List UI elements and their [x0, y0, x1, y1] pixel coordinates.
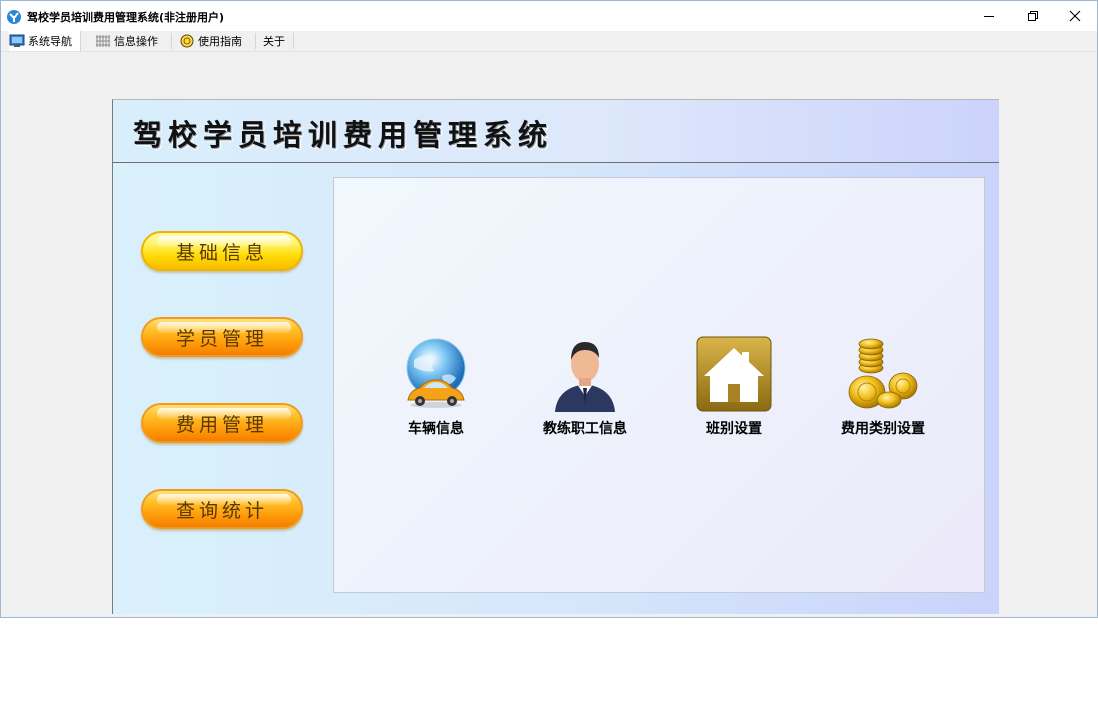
menu-item-about[interactable]: 关于: [263, 31, 285, 51]
tile-class-settings[interactable]: 班别设置: [669, 336, 799, 437]
house-icon: [696, 336, 772, 412]
nav-button-label: 费用管理: [175, 413, 268, 436]
help-icon: [179, 34, 195, 48]
menu-item-info-ops[interactable]: 信息操作: [95, 31, 158, 51]
menu-bar: 系统导航 信息操作 使用指南 关于: [1, 31, 1097, 52]
menu-item-label: 使用指南: [198, 35, 242, 48]
monitor-icon: [9, 34, 25, 48]
menu-item-user-guide[interactable]: 使用指南: [179, 31, 242, 51]
menu-divider: [293, 33, 294, 49]
tile-label: 费用类别设置: [841, 421, 925, 437]
coins-icon: [848, 338, 918, 409]
grid-icon: [95, 34, 111, 48]
tile-staff-info[interactable]: 教练职工信息: [520, 336, 650, 437]
restore-button[interactable]: [1011, 1, 1055, 31]
tile-fee-categories[interactable]: 费用类别设置: [818, 336, 948, 437]
main-panel: 驾校学员培训费用管理系统 基础信息 学员管理 费用管理 查询统计 车辆信息 教练…: [112, 99, 999, 614]
window-title: 驾校学员培训费用管理系统(非注册用户): [27, 11, 225, 24]
staff-person-icon: [555, 342, 615, 412]
close-icon: [1069, 10, 1081, 22]
app-window: 驾校学员培训费用管理系统(非注册用户) 系统导航 信息操作 使用指南 关于 驾校…: [0, 0, 1098, 618]
title-bar: 驾校学员培训费用管理系统(非注册用户): [1, 1, 1097, 31]
tile-label: 车辆信息: [408, 421, 464, 437]
menu-item-label: 信息操作: [114, 35, 158, 48]
menu-item-label: 关于: [263, 35, 285, 48]
menu-item-system-nav[interactable]: 系统导航: [9, 31, 81, 51]
nav-student-mgmt-button[interactable]: 学员管理: [141, 317, 303, 357]
nav-button-label: 学员管理: [175, 327, 268, 350]
nav-query-stats-button[interactable]: 查询统计: [141, 489, 303, 529]
nav-button-label: 基础信息: [175, 241, 268, 264]
tile-vehicle-info[interactable]: 车辆信息: [371, 336, 501, 437]
nav-basic-info-button[interactable]: 基础信息: [141, 231, 303, 271]
system-title: 驾校学员培训费用管理系统: [133, 118, 554, 152]
app-logo-icon: [7, 10, 21, 24]
content-area: 车辆信息 教练职工信息 班别设置 费用类别设置: [333, 177, 985, 593]
tile-label: 教练职工信息: [543, 421, 627, 437]
minimize-icon: [984, 16, 994, 17]
nav-button-label: 查询统计: [175, 499, 268, 522]
menu-divider: [255, 33, 256, 49]
menu-item-label: 系统导航: [28, 35, 72, 48]
car-globe-icon: [406, 338, 466, 408]
tile-label: 班别设置: [706, 421, 762, 437]
close-button[interactable]: [1053, 1, 1097, 31]
minimize-button[interactable]: [967, 1, 1011, 31]
restore-icon: [1028, 11, 1038, 21]
menu-divider: [171, 33, 172, 49]
nav-fee-mgmt-button[interactable]: 费用管理: [141, 403, 303, 443]
system-header: 驾校学员培训费用管理系统: [113, 100, 999, 163]
